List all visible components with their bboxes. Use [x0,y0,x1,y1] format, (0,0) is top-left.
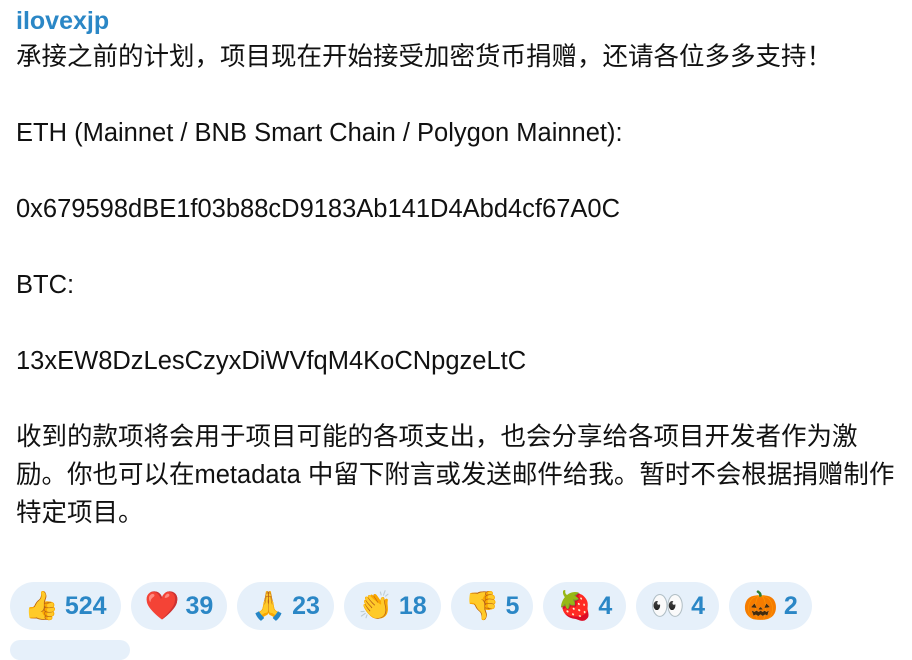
strawberry-icon: 🍓 [557,589,593,622]
heart-icon: ❤️ [144,589,180,622]
reaction-count: 18 [398,591,427,620]
reaction-count: 4 [691,591,705,620]
reaction-pumpkin[interactable]: 🎃 2 [729,582,812,630]
reaction-count: 5 [505,591,520,620]
eyes-icon: 👀 [650,589,686,622]
reaction-count: 39 [185,591,214,620]
reaction-heart[interactable]: ❤️ 39 [130,582,228,630]
reaction-thumbs-up[interactable]: 👍 524 [10,582,121,630]
reaction-count: 23 [292,591,320,620]
reaction-clapping-hands[interactable]: 👏 18 [343,582,441,630]
message-text: 承接之前的计划，项目现在开始接受加密货币捐赠，还请各位多多支持！ ETH (Ma… [16,43,895,527]
pumpkin-icon: 🎃 [743,589,778,622]
reaction-praying-hands[interactable]: 🙏 23 [237,582,334,630]
clapping-hands-icon: 👏 [357,589,393,622]
reaction-eyes[interactable]: 👀 4 [636,582,719,630]
reactions-bar: 👍 524 ❤️ 39 🙏 23 👏 18 👎 5 🍓 4 👀 4 🎃 2 [10,582,812,630]
reaction-count: 2 [783,591,798,620]
reaction-thumbs-down[interactable]: 👎 5 [450,582,534,630]
thumbs-down-icon: 👎 [464,589,500,622]
reactions-overflow-row [10,640,130,660]
reaction-count: 4 [598,591,613,620]
reaction-count: 524 [64,591,107,620]
sender-name[interactable]: ilovexjp [16,4,896,38]
message-bubble: ilovexjp 承接之前的计划，项目现在开始接受加密货币捐赠，还请各位多多支持… [16,4,896,532]
reaction-strawberry[interactable]: 🍓 4 [543,582,627,630]
praying-hands-icon: 🙏 [251,589,287,622]
thumbs-up-icon: 👍 [24,589,59,622]
